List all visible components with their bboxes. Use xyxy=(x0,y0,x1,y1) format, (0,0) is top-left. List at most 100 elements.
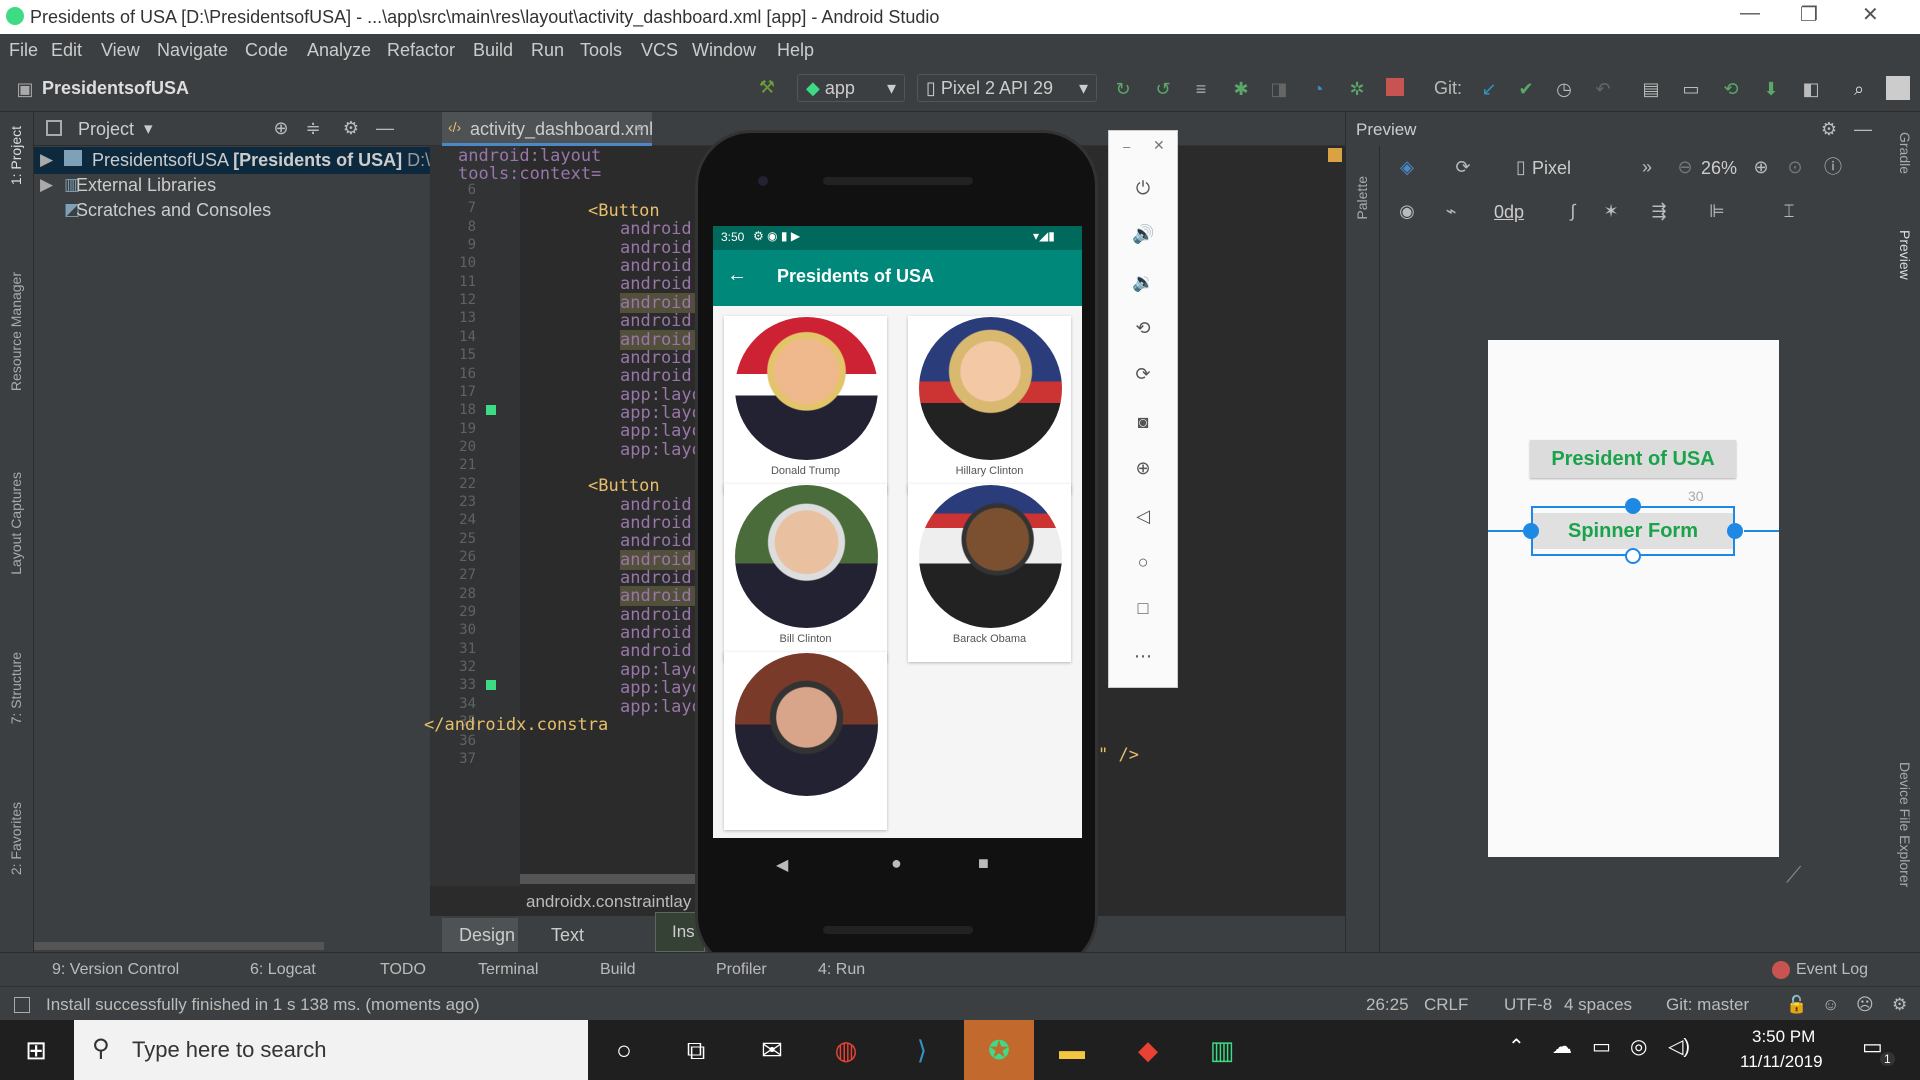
president-card[interactable]: Hillary Clinton xyxy=(908,316,1071,494)
tool-resource-manager[interactable]: Resource Manager xyxy=(8,272,24,391)
tool-structure[interactable]: 7: Structure xyxy=(8,652,24,724)
president-card[interactable]: Donald Trump xyxy=(724,316,887,494)
tool-gradle[interactable]: Gradle xyxy=(1897,132,1913,174)
tab-build[interactable]: Build xyxy=(600,961,636,979)
code-line[interactable]: <Button xyxy=(588,201,660,221)
warning-marker[interactable] xyxy=(1328,148,1342,162)
rotate-right-icon[interactable]: ⟳ xyxy=(1132,363,1154,385)
overview-icon[interactable]: □ xyxy=(1132,597,1154,619)
collapse-icon[interactable]: ≑ xyxy=(302,117,324,139)
code-line[interactable]: <Button xyxy=(588,476,660,496)
avatar[interactable] xyxy=(1886,76,1910,100)
design-surface[interactable]: President of USA 30 Spinner Form xyxy=(1488,340,1779,857)
menu-file[interactable]: File xyxy=(9,40,38,61)
horizontal-scrollbar[interactable] xyxy=(34,942,324,950)
expand-arrow-icon[interactable]: ▶ xyxy=(40,150,53,170)
rotate-left-icon[interactable]: ⟲ xyxy=(1132,317,1154,339)
attach-debugger-icon[interactable]: ◨ xyxy=(1268,78,1290,100)
infer-constraints-icon[interactable]: ✶ xyxy=(1600,200,1622,222)
menu-help[interactable]: Help xyxy=(777,40,814,61)
revert-icon[interactable]: ↶ xyxy=(1592,78,1614,100)
app-icon[interactable]: ▥ xyxy=(1202,1030,1242,1070)
apply-changes-icon[interactable]: ↻ xyxy=(1112,78,1134,100)
menu-tools[interactable]: Tools xyxy=(580,40,622,61)
code-line[interactable]: tools:context= xyxy=(458,164,601,184)
constraint-handle-left[interactable] xyxy=(1523,523,1539,539)
clear-constraints-icon[interactable]: ∫ xyxy=(1562,200,1584,222)
menu-refactor[interactable]: Refactor xyxy=(387,40,455,61)
stop-icon[interactable] xyxy=(1386,78,1404,96)
module-select[interactable]: ◆ app ▾ xyxy=(797,74,905,102)
device-select[interactable]: ▯ Pixel 2 API 29 ▾ xyxy=(917,74,1097,102)
tab-version-control[interactable]: 9: Version Control xyxy=(52,961,179,979)
task-view-icon[interactable]: ⧉ xyxy=(676,1030,716,1070)
more-icon[interactable]: ⋯ xyxy=(1132,645,1154,667)
lock-icon[interactable]: 🔓 xyxy=(1786,995,1807,1015)
back-icon[interactable]: ◁ xyxy=(1132,505,1154,527)
profiler-icon[interactable]: ◔ xyxy=(1307,78,1329,100)
resize-handle-icon[interactable]: ⟋ xyxy=(1786,862,1801,888)
phone-screen[interactable]: 3:50 ⚙ ◉ ▮ ▶ ▾◢▮ ← Presidents of USA Don… xyxy=(713,226,1082,838)
sdk-manager-icon[interactable]: ⬇ xyxy=(1760,78,1782,100)
expand-arrow-icon[interactable]: ▶ xyxy=(40,175,53,195)
code-line[interactable]: android:layout xyxy=(458,146,601,166)
menu-analyze[interactable]: Analyze xyxy=(307,40,371,61)
tab-profiler[interactable]: Profiler xyxy=(716,961,767,979)
gear-icon[interactable]: ⚙ xyxy=(1818,118,1840,140)
more-icon[interactable]: » xyxy=(1636,156,1658,178)
orientation-icon[interactable]: ⟳ xyxy=(1452,156,1474,178)
minimize-icon[interactable]: — xyxy=(1740,2,1760,25)
locate-icon[interactable]: ⊕ xyxy=(270,117,292,139)
color-marker[interactable] xyxy=(486,680,496,691)
apply-code-changes-icon[interactable]: ↺ xyxy=(1152,78,1174,100)
tree-item-external-libraries[interactable]: External Libraries xyxy=(76,175,216,196)
default-margin[interactable]: 0dp xyxy=(1494,202,1524,223)
tool-preview[interactable]: Preview xyxy=(1897,230,1913,280)
editor-hscrollbar[interactable] xyxy=(520,874,720,884)
menu-code[interactable]: Code xyxy=(245,40,288,61)
autoconnect-off-icon[interactable]: ⌁ xyxy=(1440,200,1462,222)
sync-icon[interactable]: ≡ xyxy=(1190,78,1212,100)
gitkraken-icon[interactable]: ◆ xyxy=(1128,1030,1168,1070)
menu-edit[interactable]: Edit xyxy=(51,40,82,61)
tab-logcat[interactable]: 6: Logcat xyxy=(250,961,316,979)
caret-position[interactable]: 26:25 xyxy=(1366,995,1409,1015)
build-icon[interactable]: ✲ xyxy=(1346,78,1368,100)
emulator-minimize-icon[interactable]: – xyxy=(1123,139,1130,154)
hide-icon[interactable]: — xyxy=(374,117,396,139)
editor-breadcrumb[interactable]: androidx.constraintlay xyxy=(526,892,691,912)
zoom-out-icon[interactable]: ⊖ xyxy=(1674,156,1696,178)
cortana-icon[interactable]: ○ xyxy=(604,1030,644,1070)
windows-start-icon[interactable]: ⊞ xyxy=(16,1030,56,1070)
memory-indicator-icon[interactable]: ⚙ xyxy=(1892,995,1907,1015)
tool-project[interactable]: 1: Project xyxy=(8,126,24,185)
search-icon[interactable]: ⌕ xyxy=(1848,78,1870,100)
project-structure-icon[interactable]: ▤ xyxy=(1640,78,1662,100)
file-explorer-icon[interactable]: ▬ xyxy=(1052,1030,1092,1070)
emulator-close-icon[interactable]: ✕ xyxy=(1153,137,1165,154)
mail-icon[interactable]: ✉ xyxy=(752,1030,792,1070)
restore-icon[interactable]: ❐ xyxy=(1800,2,1818,27)
preview-button-spinner[interactable]: Spinner Form xyxy=(1533,513,1733,549)
menu-vcs[interactable]: VCS xyxy=(641,40,678,61)
nav-home-icon[interactable]: ● xyxy=(891,853,902,874)
zoom-in-icon[interactable]: ⊕ xyxy=(1750,156,1772,178)
chrome-icon[interactable]: ◍ xyxy=(826,1030,866,1070)
camera-icon[interactable]: ◙ xyxy=(1132,411,1154,433)
tab-todo[interactable]: TODO xyxy=(380,961,426,979)
onedrive-icon[interactable]: ☁ xyxy=(1552,1034,1572,1059)
network-icon[interactable]: ◎ xyxy=(1630,1034,1647,1059)
tab-text[interactable]: Text xyxy=(551,925,584,946)
layers-icon[interactable]: ◈ xyxy=(1396,156,1418,178)
vscode-icon[interactable]: ⟩ xyxy=(902,1030,942,1070)
menu-window[interactable]: Window xyxy=(692,40,756,61)
toggle-tool-windows-icon[interactable] xyxy=(14,997,30,1013)
frown-icon[interactable]: ☹ xyxy=(1856,995,1874,1015)
volume-up-icon[interactable]: 🔊 xyxy=(1132,223,1154,245)
tab-run[interactable]: 4: Run xyxy=(818,961,865,979)
git-branch[interactable]: Git: master xyxy=(1666,995,1749,1015)
baseline-icon[interactable]: ⌶ xyxy=(1778,200,1800,222)
file-encoding[interactable]: UTF-8 xyxy=(1504,995,1552,1015)
warning-icon[interactable]: ⓘ xyxy=(1822,156,1844,178)
power-icon[interactable]: ⏻ xyxy=(1132,177,1154,199)
